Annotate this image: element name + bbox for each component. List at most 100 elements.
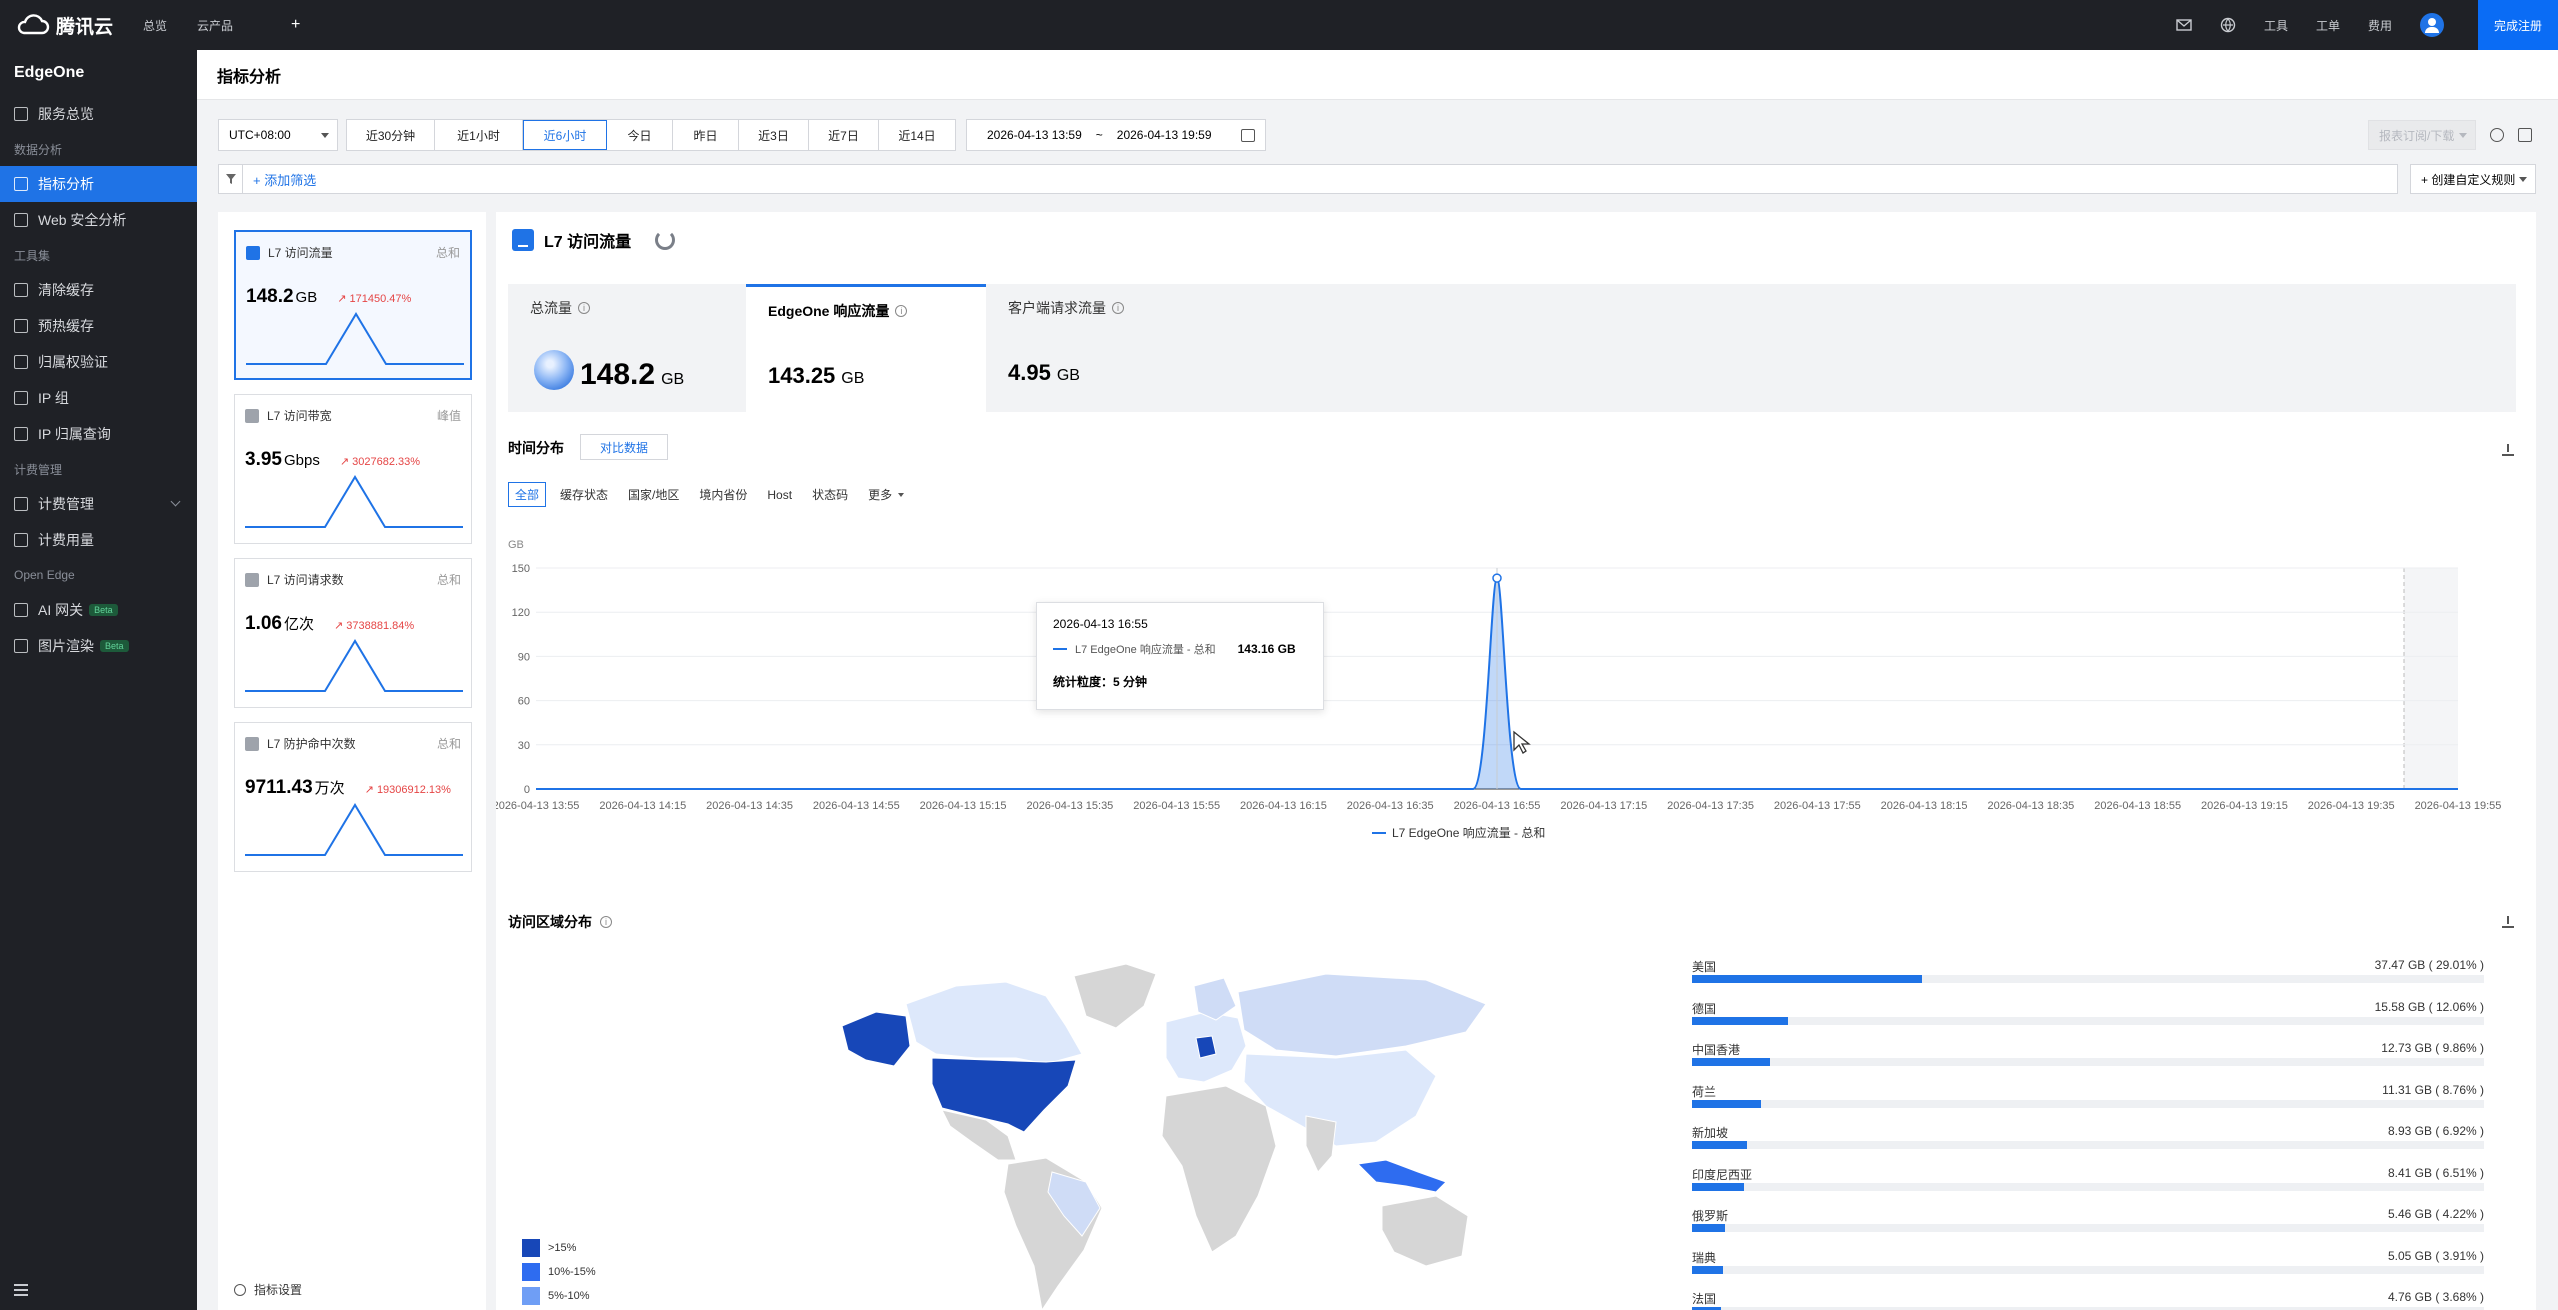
sidebar-item[interactable]: 服务总览 xyxy=(0,96,197,132)
sidebar-item-label: 预热缓存 xyxy=(38,318,94,334)
tooltip-granularity: 统计粒度：5 分钟 xyxy=(1053,675,1148,689)
tooltip-time: 2026-04-13 16:55 xyxy=(1053,617,1148,631)
sidebar-item[interactable]: IP 组 xyxy=(0,380,197,416)
region-row[interactable]: 美国 37.47 GB ( 29.01% ) xyxy=(1692,958,2484,1000)
world-map[interactable] xyxy=(746,946,1486,1310)
sidebar-item[interactable]: Web 安全分析 xyxy=(0,202,197,238)
report-subscribe-button[interactable]: 报表订阅/下载 xyxy=(2368,120,2476,150)
metric-aggregation: 总和 xyxy=(436,573,461,587)
dimension-tabs: 全部 缓存状态 国家/地区 境内省份 Host 状态码 更多 xyxy=(508,482,904,507)
time-range-option[interactable]: 近1小时 xyxy=(435,120,523,150)
metric-card[interactable]: L7 访问流量 总和 148.2 GB ↗ 171450.47% xyxy=(234,230,472,380)
info-icon[interactable]: i xyxy=(578,302,590,314)
tooltip-series: L7 EdgeOne 响应流量 - 总和 xyxy=(1075,644,1216,656)
region-row[interactable]: 荷兰 11.31 GB ( 8.76% ) xyxy=(1692,1083,2484,1125)
dimension-tab[interactable]: Host xyxy=(767,488,792,502)
info-icon[interactable]: i xyxy=(600,916,612,928)
metric-settings-button[interactable]: 指标设置 xyxy=(234,1281,302,1298)
dimension-tab[interactable]: 境内省份 xyxy=(699,486,747,503)
time-range-option[interactable]: 昨日 xyxy=(673,120,739,150)
sidebar-item[interactable]: AI 网关 Beta xyxy=(0,592,197,628)
region-row[interactable]: 德国 15.58 GB ( 12.06% ) xyxy=(1692,1000,2484,1042)
nav-overview[interactable]: 总览 xyxy=(143,17,167,34)
metric-title: L7 访问带宽 xyxy=(267,409,332,423)
summary-edgeone-response[interactable]: EdgeOne 响应流量 i 143.25 GB xyxy=(746,284,986,412)
time-range-option[interactable]: 近6小时 xyxy=(523,120,607,150)
create-custom-rule-button[interactable]: + 创建自定义规则 xyxy=(2410,164,2536,194)
region-row[interactable]: 瑞典 5.05 GB ( 3.91% ) xyxy=(1692,1249,2484,1291)
dimension-tab[interactable]: 全部 xyxy=(508,482,547,507)
x-tick-label: 2026-04-13 14:15 xyxy=(599,800,686,812)
data-point xyxy=(1492,573,1502,583)
mail-icon[interactable] xyxy=(2176,19,2192,31)
time-series-chart[interactable]: GB 0 30 60 90 120 150 2026-04-13 13:55 2026-04-1… xyxy=(496,522,2536,842)
nav-products[interactable]: 云产品 xyxy=(197,17,233,34)
time-range-option[interactable]: 今日 xyxy=(607,120,673,150)
sidebar-item[interactable]: 计费管理 xyxy=(0,486,197,522)
time-range-option[interactable]: 近7日 xyxy=(809,120,879,150)
collapse-sidebar-icon[interactable] xyxy=(14,1284,28,1296)
region-row[interactable]: 俄罗斯 5.46 GB ( 4.22% ) xyxy=(1692,1207,2484,1249)
print-icon[interactable] xyxy=(2518,128,2532,142)
region-value: 5.46 GB ( 4.22% ) xyxy=(2387,1207,2484,1221)
map-legend-item: 5%-10% xyxy=(522,1284,596,1308)
top-bar: 腾讯云 总览 云产品 + 工具 工单 费用 完成注册 xyxy=(0,0,2558,50)
dimension-tab[interactable]: 国家/地区 xyxy=(628,486,679,503)
dimension-tab[interactable]: 缓存状态 xyxy=(560,486,608,503)
dimension-tab[interactable]: 状态码 xyxy=(812,486,848,503)
y-tick-label: 60 xyxy=(518,696,530,708)
tools-menu[interactable]: 工具 xyxy=(2264,17,2288,34)
chart-legend[interactable]: L7 EdgeOne 响应流量 - 总和 xyxy=(1372,824,1545,841)
compare-data-button[interactable]: 对比数据 xyxy=(580,434,668,460)
avatar-icon[interactable] xyxy=(2420,13,2444,37)
globe-icon[interactable] xyxy=(2220,17,2236,33)
filter-icon[interactable] xyxy=(219,165,243,193)
sidebar-group-label: 计费管理 xyxy=(14,462,63,477)
metric-delta-value: 3027682.33% xyxy=(352,456,421,468)
sidebar-item[interactable]: 预热缓存 xyxy=(0,308,197,344)
pie-chart-icon[interactable] xyxy=(655,230,676,250)
region-row[interactable]: 印度尼西亚 8.41 GB ( 6.51% ) xyxy=(1692,1166,2484,1208)
time-range-option[interactable]: 近3日 xyxy=(739,120,809,150)
info-icon[interactable]: i xyxy=(895,305,908,317)
product-title: EdgeOne xyxy=(14,64,85,81)
metric-card[interactable]: L7 防护命中次数 总和 9711.43 万次 ↗ 19306912.13% xyxy=(234,722,472,872)
region-row[interactable]: 中国香港 12.73 GB ( 9.86% ) xyxy=(1692,1041,2484,1083)
summary-total-traffic[interactable]: 总流量 i 148.2 GB xyxy=(508,284,748,412)
sidebar-item[interactable]: IP 归属查询 xyxy=(0,416,197,452)
summary-client-request[interactable]: 客户端请求流量 i 4.95 GB xyxy=(986,284,1226,412)
time-range-option[interactable]: 近14日 xyxy=(879,120,955,150)
brand-logo[interactable]: 腾讯云 xyxy=(16,12,113,39)
x-tick-label: 2026-04-13 15:15 xyxy=(920,800,1007,812)
sidebar-item[interactable]: 指标分析 xyxy=(0,166,197,202)
time-range-option[interactable]: 近30分钟 xyxy=(347,120,435,150)
refresh-icon[interactable] xyxy=(2490,128,2504,142)
date-range-picker[interactable]: 2026-04-13 13:59 ~ 2026-04-13 19:59 xyxy=(966,119,1266,151)
y-tick-label: 30 xyxy=(518,740,530,752)
sidebar-item[interactable]: 图片渲染 Beta xyxy=(0,628,197,664)
region-title-text: 访问区域分布 xyxy=(508,914,592,930)
add-filter-button[interactable]: + 添加筛选 xyxy=(253,170,316,189)
timezone-select[interactable]: UTC+08:00 xyxy=(218,119,338,151)
region-row[interactable]: 新加坡 8.93 GB ( 6.92% ) xyxy=(1692,1124,2484,1166)
x-tick-label: 2026-04-13 14:55 xyxy=(813,800,900,812)
add-shortcut-button[interactable]: + xyxy=(291,16,300,34)
region-row[interactable]: 法国 4.76 GB ( 3.68% ) xyxy=(1692,1290,2484,1310)
complete-registration-button[interactable]: 完成注册 xyxy=(2478,0,2558,50)
sidebar-item[interactable]: 归属权验证 xyxy=(0,344,197,380)
summary-unit: GB xyxy=(1056,367,1080,384)
y-tick-label: 150 xyxy=(512,563,530,575)
more-dimensions-dropdown[interactable]: 更多 xyxy=(868,486,904,503)
metric-card[interactable]: L7 访问带宽 峰值 3.95 Gbps ↗ 3027682.33% xyxy=(234,394,472,544)
sidebar-item[interactable]: 计费用量 xyxy=(0,522,197,558)
verify-icon xyxy=(14,355,28,369)
ticket-menu[interactable]: 工单 xyxy=(2316,17,2340,34)
region-name: 德国 xyxy=(1692,1001,1717,1016)
download-icon[interactable] xyxy=(2502,444,2514,456)
sidebar-item[interactable]: 清除缓存 xyxy=(0,272,197,308)
billing-menu[interactable]: 费用 xyxy=(2368,17,2392,34)
summary-value: 148.2 xyxy=(580,358,656,391)
metric-card[interactable]: L7 访问请求数 总和 1.06 亿次 ↗ 3738881.84% xyxy=(234,558,472,708)
download-icon[interactable] xyxy=(2502,916,2514,928)
info-icon[interactable]: i xyxy=(1112,302,1124,314)
